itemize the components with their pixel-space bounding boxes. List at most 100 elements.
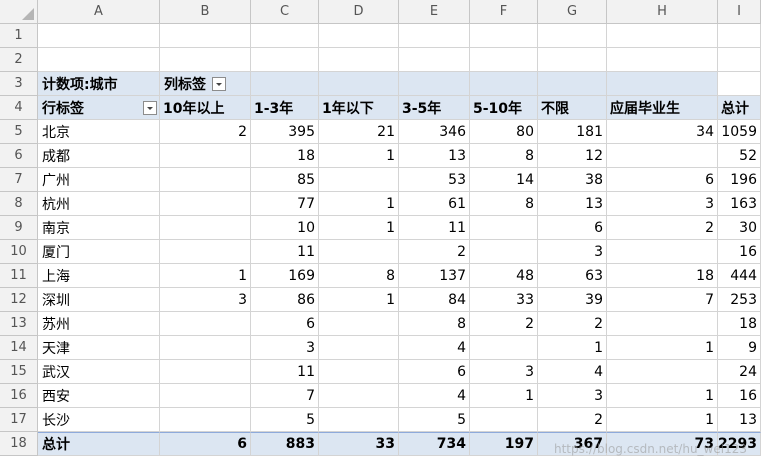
pivot-value-cell[interactable]: 5 — [251, 408, 319, 432]
pivot-value-cell[interactable]: 16 — [718, 384, 761, 408]
grand-total-cell[interactable]: 33 — [319, 432, 399, 456]
pivot-value-cell[interactable] — [319, 360, 399, 384]
cell-empty[interactable] — [607, 48, 718, 72]
pivot-value-cell[interactable]: 24 — [718, 360, 761, 384]
pivot-value-cell[interactable] — [470, 216, 538, 240]
pivot-value-cell[interactable]: 3 — [538, 240, 607, 264]
pivot-value-cell[interactable]: 84 — [399, 288, 470, 312]
pivot-row-label-cell[interactable]: 厦门 — [38, 240, 160, 264]
pivot-row-label-cell[interactable]: 成都 — [38, 144, 160, 168]
pivot-value-cell[interactable] — [319, 384, 399, 408]
pivot-value-cell[interactable]: 18 — [718, 312, 761, 336]
pivot-row-label-cell[interactable]: 北京 — [38, 120, 160, 144]
pivot-value-cell[interactable]: 8 — [470, 144, 538, 168]
pivot-value-cell[interactable]: 2 — [470, 312, 538, 336]
pivot-value-cell[interactable] — [160, 312, 251, 336]
pivot-value-cell[interactable]: 77 — [251, 192, 319, 216]
pivot-row-label-cell[interactable]: 苏州 — [38, 312, 160, 336]
pivot-value-cell[interactable]: 52 — [718, 144, 761, 168]
pivot-value-cell[interactable]: 3 — [160, 288, 251, 312]
pivot-value-cell[interactable]: 38 — [538, 168, 607, 192]
select-all-corner[interactable] — [0, 0, 38, 24]
cell-empty[interactable] — [251, 48, 319, 72]
pivot-value-cell[interactable]: 1 — [538, 336, 607, 360]
cell-empty[interactable] — [251, 24, 319, 48]
pivot-value-cell[interactable] — [160, 240, 251, 264]
pivot-value-cell[interactable] — [160, 192, 251, 216]
pivot-value-cell[interactable]: 61 — [399, 192, 470, 216]
pivot-value-cell[interactable] — [470, 336, 538, 360]
column-header-h[interactable]: H — [607, 0, 718, 24]
cell-empty[interactable] — [160, 24, 251, 48]
row-number[interactable]: 8 — [0, 192, 38, 216]
pivot-column-header[interactable]: 应届毕业生 — [607, 96, 718, 120]
row-number[interactable]: 13 — [0, 312, 38, 336]
pivot-value-cell[interactable] — [319, 240, 399, 264]
pivot-value-cell[interactable]: 1 — [160, 264, 251, 288]
pivot-value-cell[interactable]: 9 — [718, 336, 761, 360]
pivot-value-cell[interactable]: 1 — [319, 216, 399, 240]
pivot-value-cell[interactable]: 346 — [399, 120, 470, 144]
column-header-c[interactable]: C — [251, 0, 319, 24]
pivot-value-cell[interactable]: 85 — [251, 168, 319, 192]
pivot-value-cell[interactable]: 3 — [538, 384, 607, 408]
pivot-value-cell[interactable]: 2 — [538, 408, 607, 432]
pivot-column-header[interactable]: 1-3年 — [251, 96, 319, 120]
pivot-value-cell[interactable]: 86 — [251, 288, 319, 312]
cell-empty[interactable] — [160, 48, 251, 72]
pivot-row-label-cell[interactable]: 长沙 — [38, 408, 160, 432]
pivot-value-cell[interactable]: 2 — [607, 216, 718, 240]
pivot-value-cell[interactable]: 13 — [538, 192, 607, 216]
cell-empty[interactable] — [470, 24, 538, 48]
pivot-value-cell[interactable]: 1 — [607, 384, 718, 408]
pivot-value-cell[interactable]: 4 — [399, 384, 470, 408]
pivot-row-label-cell[interactable]: 武汉 — [38, 360, 160, 384]
pivot-value-cell[interactable]: 7 — [607, 288, 718, 312]
pivot-value-cell[interactable]: 395 — [251, 120, 319, 144]
row-number[interactable]: 6 — [0, 144, 38, 168]
pivot-value-cell[interactable]: 14 — [470, 168, 538, 192]
pivot-value-cell[interactable]: 33 — [470, 288, 538, 312]
grand-total-cell[interactable]: 197 — [470, 432, 538, 456]
pivot-value-cell[interactable] — [160, 384, 251, 408]
pivot-value-cell[interactable] — [319, 408, 399, 432]
pivot-header-cell[interactable] — [607, 72, 718, 96]
pivot-value-cell[interactable]: 181 — [538, 120, 607, 144]
pivot-value-cell[interactable]: 63 — [538, 264, 607, 288]
pivot-value-cell[interactable]: 3 — [251, 336, 319, 360]
row-number[interactable]: 2 — [0, 48, 38, 72]
pivot-value-cell[interactable]: 18 — [251, 144, 319, 168]
pivot-value-cell[interactable]: 2 — [160, 120, 251, 144]
row-number[interactable]: 3 — [0, 72, 38, 96]
cell-empty[interactable] — [718, 72, 761, 96]
column-labels-filter[interactable]: 列标签 — [160, 72, 251, 96]
cell-empty[interactable] — [718, 24, 761, 48]
pivot-value-cell[interactable]: 1 — [319, 192, 399, 216]
pivot-value-cell[interactable] — [160, 408, 251, 432]
pivot-header-cell[interactable] — [319, 72, 399, 96]
cell-empty[interactable] — [319, 24, 399, 48]
pivot-value-cell[interactable]: 7 — [251, 384, 319, 408]
cell-empty[interactable] — [607, 24, 718, 48]
pivot-value-cell[interactable]: 1 — [470, 384, 538, 408]
grand-total-cell[interactable]: 6 — [160, 432, 251, 456]
pivot-header-cell[interactable] — [470, 72, 538, 96]
pivot-header-cell[interactable] — [399, 72, 470, 96]
row-number[interactable]: 12 — [0, 288, 38, 312]
cell-empty[interactable] — [319, 48, 399, 72]
pivot-column-header[interactable]: 3-5年 — [399, 96, 470, 120]
pivot-row-label-cell[interactable]: 南京 — [38, 216, 160, 240]
column-header-a[interactable]: A — [38, 0, 160, 24]
pivot-value-cell[interactable]: 1059 — [718, 120, 761, 144]
pivot-value-cell[interactable]: 444 — [718, 264, 761, 288]
pivot-value-cell[interactable]: 6 — [251, 312, 319, 336]
pivot-value-cell[interactable]: 10 — [251, 216, 319, 240]
pivot-value-cell[interactable]: 21 — [319, 120, 399, 144]
pivot-value-cell[interactable]: 1 — [319, 144, 399, 168]
pivot-value-cell[interactable] — [160, 216, 251, 240]
row-number[interactable]: 17 — [0, 408, 38, 432]
pivot-value-cell[interactable]: 11 — [251, 360, 319, 384]
pivot-row-label-cell[interactable]: 深圳 — [38, 288, 160, 312]
cell-empty[interactable] — [470, 48, 538, 72]
row-number[interactable]: 7 — [0, 168, 38, 192]
